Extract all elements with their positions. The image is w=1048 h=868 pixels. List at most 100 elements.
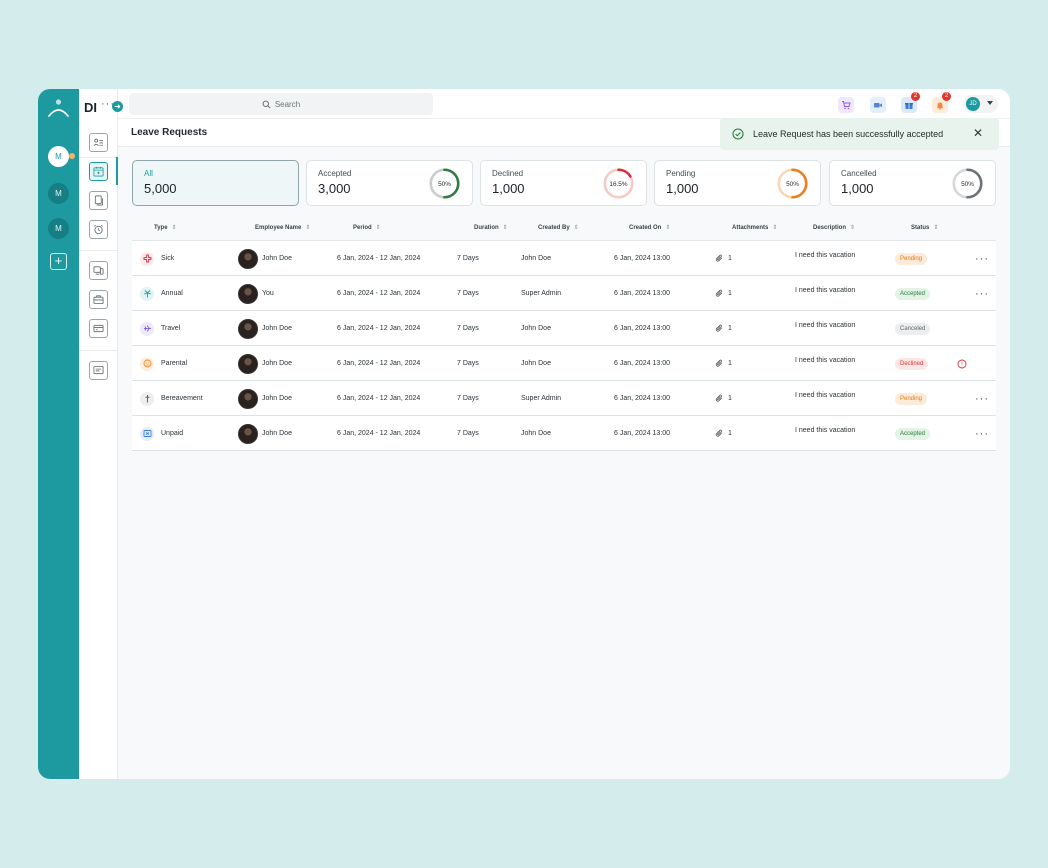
search-input[interactable]: Search (129, 93, 433, 115)
description: I need this vacation (795, 357, 856, 364)
nav-devices[interactable] (89, 261, 108, 280)
card-all[interactable]: All 5,000 (132, 160, 299, 206)
sort-icon[interactable]: ⇕ (172, 225, 177, 231)
close-icon[interactable]: ✕ (973, 127, 983, 139)
column-header-label: Duration (474, 225, 499, 231)
nav-time-tracking[interactable] (89, 220, 108, 239)
sort-icon[interactable]: ⇕ (574, 225, 579, 231)
pending-progress-ring: 50% (777, 168, 808, 199)
attachments-cell[interactable]: 1 (715, 311, 732, 346)
workspace-avatar-1[interactable]: M (48, 146, 75, 167)
app-window: M M M + DI ··· ➜ Search 2 2 JD Leave Req… (38, 89, 1010, 779)
column-header[interactable]: Attachments ⇕ (732, 224, 777, 231)
status-cell: Pending (895, 241, 928, 276)
nav-payments[interactable] (89, 319, 108, 338)
more-actions-icon[interactable]: ··· (975, 241, 989, 276)
employee-cell: John Doe (238, 416, 292, 451)
attachments-cell[interactable]: 1 (715, 381, 732, 416)
column-header[interactable]: Employee Name ⇕ (255, 224, 310, 231)
column-header-label: Status (911, 225, 930, 231)
table-row[interactable]: Parental John Doe 6 Jan, 2024 - 12 Jan, … (132, 346, 996, 381)
card-value: 3,000 (318, 181, 351, 196)
employee-cell: John Doe (238, 346, 292, 381)
employee-name: John Doe (262, 395, 292, 402)
created-by: Super Admin (521, 395, 562, 402)
expand-sidebar-icon[interactable]: ➜ (112, 101, 123, 112)
column-header[interactable]: Description ⇕ (813, 224, 855, 231)
table-row[interactable]: Travel John Doe 6 Jan, 2024 - 12 Jan, 20… (132, 311, 996, 346)
column-header[interactable]: Created On ⇕ (629, 224, 670, 231)
warning-glyph: ! (961, 362, 963, 368)
card-label: Pending (666, 169, 696, 178)
sort-icon[interactable]: ⇕ (305, 225, 310, 231)
profile-menu[interactable]: JD (963, 95, 998, 113)
more-actions-icon[interactable]: ··· (975, 416, 989, 451)
created-on: 6 Jan, 2024 13:00 (614, 430, 671, 437)
credit-card-icon (93, 324, 104, 333)
notifications-button[interactable]: 2 (932, 92, 951, 113)
column-header[interactable]: Created By ⇕ (538, 224, 579, 231)
cart-button[interactable] (838, 97, 854, 113)
warning-icon[interactable]: ! (952, 346, 967, 381)
type-cell: Travel (140, 311, 180, 346)
attachments-cell[interactable]: 1 (715, 346, 732, 381)
devices-icon (93, 266, 104, 275)
table-row[interactable]: Bereavement John Doe 6 Jan, 2024 - 12 Ja… (132, 381, 996, 416)
attachments-cell[interactable]: 1 (715, 276, 732, 311)
table-row[interactable]: Sick John Doe 6 Jan, 2024 - 12 Jan, 2024… (132, 241, 996, 276)
duration: 7 Days (457, 395, 479, 402)
card-label: All (144, 169, 153, 178)
add-workspace-button[interactable]: + (50, 253, 67, 270)
attachments-cell[interactable]: 1 (715, 241, 732, 276)
top-bar: Search 2 2 JD (118, 89, 1010, 119)
more-actions-icon[interactable]: ··· (975, 381, 989, 416)
sort-icon[interactable]: ⇕ (665, 225, 670, 231)
ring-percent: 50% (961, 181, 974, 188)
status-badge: Pending (895, 252, 928, 265)
nav-documents[interactable] (89, 191, 108, 210)
sort-icon[interactable]: ⇕ (376, 225, 381, 231)
sort-icon[interactable]: ⇕ (933, 225, 938, 231)
workspace-avatar-3[interactable]: M (48, 218, 69, 239)
gift-button[interactable]: 2 (901, 92, 920, 113)
paperclip-icon (715, 429, 723, 437)
nav-messages[interactable] (89, 361, 108, 380)
column-header[interactable]: Period ⇕ (353, 224, 381, 231)
card-accepted[interactable]: Accepted 3,000 50% (306, 160, 473, 206)
avatar (238, 248, 258, 269)
logo-icon (48, 99, 69, 117)
nav-projects[interactable] (89, 290, 108, 309)
created-by: John Doe (521, 430, 551, 437)
period: 6 Jan, 2024 - 12 Jan, 2024 (337, 395, 421, 402)
leave-requests-table: Type ⇕ Employee Name ⇕ Period ⇕ Duration ⇕ Creat… (132, 215, 996, 451)
paperclip-icon (715, 254, 723, 262)
sort-icon[interactable]: ⇕ (772, 225, 777, 231)
nav-leave-requests[interactable] (89, 162, 108, 181)
sort-icon[interactable]: ⇕ (503, 225, 508, 231)
workspace-avatar-2[interactable]: M (48, 183, 69, 204)
video-icon (874, 103, 882, 108)
avatar (238, 388, 258, 409)
card-pending[interactable]: Pending 1,000 50% (654, 160, 821, 206)
table-row[interactable]: Annual You 6 Jan, 2024 - 12 Jan, 2024 7 … (132, 276, 996, 311)
attachments-cell[interactable]: 1 (715, 416, 732, 451)
column-header[interactable]: Status ⇕ (911, 224, 938, 231)
avatar (238, 423, 258, 444)
avatar (238, 318, 258, 339)
column-header-label: Attachments (732, 225, 769, 231)
column-header[interactable]: Type ⇕ (154, 224, 177, 231)
sort-icon[interactable]: ⇕ (850, 225, 855, 231)
card-cancelled[interactable]: Cancelled 1,000 50% (829, 160, 996, 206)
cart-icon (842, 101, 851, 110)
more-actions-icon[interactable]: ··· (975, 276, 989, 311)
nav-directory[interactable] (89, 133, 108, 152)
table-row[interactable]: Unpaid John Doe 6 Jan, 2024 - 12 Jan, 20… (132, 416, 996, 451)
attachment-count: 1 (728, 325, 732, 332)
column-header[interactable]: Duration ⇕ (474, 224, 508, 231)
cancelled-progress-ring: 50% (952, 168, 983, 199)
video-button[interactable] (870, 97, 886, 113)
created-on: 6 Jan, 2024 13:00 (614, 290, 671, 297)
status-badge: Declined (895, 357, 929, 370)
card-declined[interactable]: Declined 1,000 16.5% (480, 160, 647, 206)
created-on: 6 Jan, 2024 13:00 (614, 395, 671, 402)
